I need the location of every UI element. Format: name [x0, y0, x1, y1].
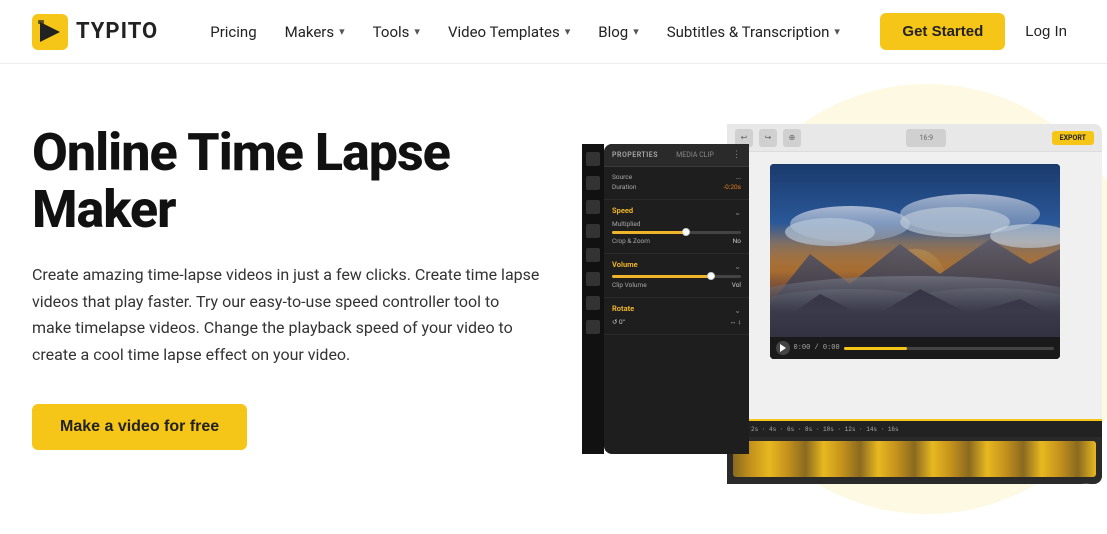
- strip-icon-5: [586, 248, 600, 262]
- panel-clip-title: MEDIA CLIP: [676, 151, 714, 159]
- crop-value: No: [733, 237, 741, 245]
- timeline-controls: − + +: [727, 481, 1102, 484]
- panel-header-title: PROPERTIES: [612, 151, 658, 159]
- nav-links: Pricing Makers ▾ Tools ▾ Video Templates…: [198, 15, 880, 49]
- volume-label: Volume: [612, 260, 638, 269]
- rotate-expand-icon: ⌄: [734, 306, 741, 315]
- nav-subtitles[interactable]: Subtitles & Transcription ▾: [655, 15, 852, 49]
- source-label: Source: [612, 173, 632, 181]
- playback-bar: 0:00 / 0:00: [770, 337, 1060, 359]
- panel-source-section: Source ... Duration -0:20s: [604, 167, 749, 200]
- speed-slider-fill: [612, 231, 689, 234]
- chevron-down-icon: ▾: [414, 25, 420, 38]
- timeline-add-button[interactable]: +: [1076, 483, 1096, 484]
- editor-toolbar: ↩ ↪ ⊕ 16:9 EXPORT: [727, 124, 1102, 152]
- logo-text: TYPITO: [76, 19, 158, 44]
- panel-rotate-section: Rotate ⌄ ↺ 0° ↔ ↕: [604, 298, 749, 335]
- strip-icon-2: [586, 176, 600, 190]
- login-button[interactable]: Log In: [1017, 13, 1075, 50]
- export-button[interactable]: EXPORT: [1052, 131, 1094, 145]
- timeline-header: 0s · 2s · 4s · 6s · 8s · 10s · 12s · 14s…: [727, 421, 1102, 437]
- canvas-photo: [770, 164, 1060, 359]
- strip-icon-7: [586, 296, 600, 310]
- nav-actions: Get Started Log In: [880, 13, 1075, 50]
- duration-value: -0:20s: [723, 183, 741, 191]
- logo[interactable]: TYPITO: [32, 14, 158, 50]
- play-icon: [780, 344, 786, 352]
- clip-volume-label: Clip Volume: [612, 281, 647, 289]
- speed-expand-icon: ⌄: [734, 208, 741, 217]
- hero-title: Online Time Lapse Maker: [32, 124, 562, 238]
- strip-icon-4: [586, 224, 600, 238]
- panel-volume-section: Volume ⌄ Clip Volume Vol: [604, 254, 749, 298]
- properties-panel: PROPERTIES MEDIA CLIP ⋮ Source ... Durat…: [604, 144, 749, 454]
- timeline-track[interactable]: [733, 441, 1096, 477]
- volume-slider-thumb[interactable]: [707, 272, 715, 280]
- editor-mockup: PROPERTIES MEDIA CLIP ⋮ Source ... Durat…: [582, 124, 1102, 484]
- editor-main: ↩ ↪ ⊕ 16:9 EXPORT: [727, 124, 1102, 484]
- cta-button[interactable]: Make a video for free: [32, 404, 247, 450]
- panel-speed-section: Speed ⌄ Multiplied Crop & Zoom No: [604, 200, 749, 254]
- timeline-time-markers: 0s · 2s · 4s · 6s · 8s · 10s · 12s · 14s…: [733, 426, 899, 433]
- hero-description: Create amazing time-lapse videos in just…: [32, 262, 542, 368]
- volume-expand-icon: ⌄: [734, 262, 741, 271]
- speed-label: Speed: [612, 206, 633, 215]
- rotate-flip: ↔ ↕: [730, 318, 741, 326]
- chevron-down-icon: ▾: [339, 25, 345, 38]
- hero-left: Online Time Lapse Maker Create amazing t…: [32, 114, 562, 450]
- nav-pricing[interactable]: Pricing: [198, 15, 268, 49]
- rotate-value: ↺ 0°: [612, 318, 625, 326]
- chevron-down-icon: ▾: [633, 25, 639, 38]
- play-button[interactable]: [776, 341, 790, 355]
- canvas-image: [770, 164, 1060, 359]
- nav-makers[interactable]: Makers ▾: [273, 15, 357, 49]
- progress-bar[interactable]: [844, 347, 1054, 350]
- panel-options-icon: ⋮: [732, 150, 741, 160]
- navbar: TYPITO Pricing Makers ▾ Tools ▾ Video Te…: [0, 0, 1107, 64]
- nav-blog[interactable]: Blog ▾: [586, 15, 651, 49]
- icon-strip: [582, 144, 604, 454]
- chevron-down-icon: ▾: [834, 25, 840, 38]
- crop-label: Crop & Zoom: [612, 237, 650, 245]
- hero-section: Online Time Lapse Maker Create amazing t…: [0, 64, 1107, 534]
- hero-right: PROPERTIES MEDIA CLIP ⋮ Source ... Durat…: [562, 114, 1102, 494]
- strip-icon-8: [586, 320, 600, 334]
- rotate-label: Rotate: [612, 304, 634, 313]
- timeline-area: 0s · 2s · 4s · 6s · 8s · 10s · 12s · 14s…: [727, 419, 1102, 484]
- zoom-icon[interactable]: ⊕: [783, 129, 801, 147]
- chevron-down-icon: ▾: [565, 25, 571, 38]
- redo-icon[interactable]: ↪: [759, 129, 777, 147]
- speed-value-label: Multiplied: [612, 220, 640, 228]
- progress-fill: [844, 347, 907, 350]
- get-started-button[interactable]: Get Started: [880, 13, 1005, 50]
- nav-tools[interactable]: Tools ▾: [361, 15, 432, 49]
- nav-video-templates[interactable]: Video Templates ▾: [436, 15, 582, 49]
- strip-icon-6: [586, 272, 600, 286]
- speed-slider-track[interactable]: [612, 231, 741, 234]
- strip-icon-1: [586, 152, 600, 166]
- aspect-ratio-icon[interactable]: 16:9: [906, 129, 946, 147]
- source-value: ...: [736, 173, 741, 181]
- strip-icon-3: [586, 200, 600, 214]
- volume-slider-fill: [612, 275, 715, 278]
- editor-canvas: 0:00 / 0:00: [770, 164, 1060, 359]
- duration-label: Duration: [612, 183, 636, 191]
- panel-header: PROPERTIES MEDIA CLIP ⋮: [604, 144, 749, 167]
- clip-volume-value: Vol: [732, 281, 741, 289]
- speed-slider-thumb[interactable]: [682, 228, 690, 236]
- volume-slider-track[interactable]: [612, 275, 741, 278]
- playback-time: 0:00 / 0:00: [794, 344, 840, 352]
- logo-icon: [32, 14, 68, 50]
